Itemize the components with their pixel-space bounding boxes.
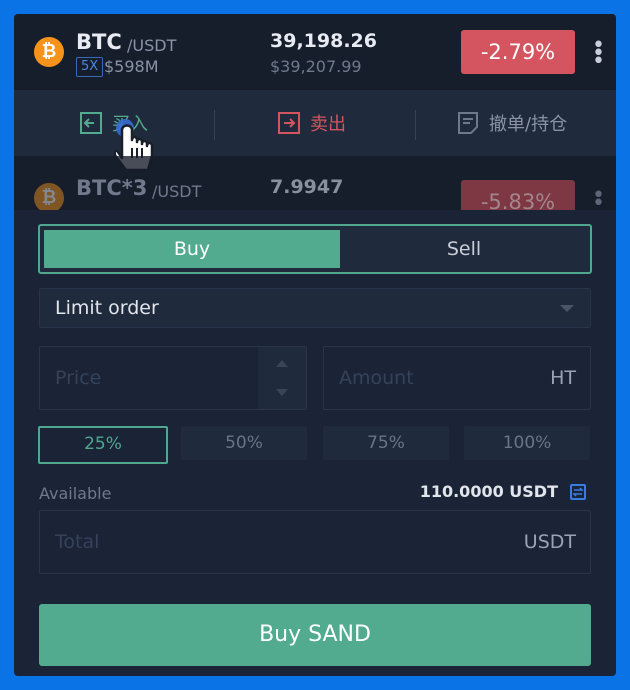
transfer-icon[interactable] bbox=[570, 484, 586, 500]
available-value: 110.0000 USDT bbox=[419, 482, 558, 501]
ticker-pair: /USDT bbox=[127, 36, 177, 55]
bitcoin-icon: ₿ bbox=[34, 37, 64, 67]
stepper-arrows-icon bbox=[276, 360, 288, 396]
ticker-pair: /USDT bbox=[152, 182, 202, 201]
price-placeholder: Price bbox=[55, 367, 102, 389]
available-label: Available bbox=[39, 484, 112, 503]
change-badge: -2.79% bbox=[461, 30, 575, 74]
sell-out-icon bbox=[278, 112, 300, 134]
change-badge: -5.83% bbox=[461, 180, 575, 210]
bitcoin-icon: ₿ bbox=[34, 183, 64, 210]
ticker-row-btc[interactable]: ₿ BTC /USDT 5X $598M 39,198.26 $39,207.9… bbox=[14, 14, 616, 90]
trade-panel: ₿ BTC /USDT 5X $598M 39,198.26 $39,207.9… bbox=[14, 14, 616, 676]
ticker-price: 7.9947 bbox=[270, 176, 344, 198]
percent-50-button[interactable]: 50% bbox=[181, 426, 307, 460]
order-type-value: Limit order bbox=[55, 297, 159, 319]
divider bbox=[214, 110, 215, 140]
chevron-down-icon bbox=[560, 305, 574, 312]
price-input[interactable]: Price bbox=[39, 346, 307, 410]
more-icon[interactable]: • • bbox=[592, 185, 605, 211]
sell-action-label: 卖出 bbox=[310, 114, 346, 135]
order-type-select[interactable]: Limit order bbox=[39, 288, 591, 328]
ticker-row-btc3[interactable]: ₿ BTC*3 /USDT 7.9947 -5.83% • • bbox=[14, 156, 616, 210]
action-bar: 买入 卖出 撤单/持仓 bbox=[14, 90, 616, 156]
ticker-symbol: BTC*3 bbox=[76, 176, 148, 200]
total-placeholder: Total bbox=[55, 531, 100, 553]
total-input[interactable]: Total USDT bbox=[39, 510, 591, 574]
buy-sell-toggle: Buy Sell bbox=[38, 224, 592, 274]
orders-action-label: 撤单/持仓 bbox=[489, 114, 568, 135]
divider bbox=[415, 110, 416, 140]
order-sheet: Buy Sell Limit order Price Amount HT 25%… bbox=[14, 210, 616, 676]
ticker-symbol: BTC bbox=[76, 30, 122, 54]
percent-100-button[interactable]: 100% bbox=[464, 426, 590, 460]
ticker-volume: $598M bbox=[104, 57, 159, 76]
ticker-fiat-price: $39,207.99 bbox=[270, 57, 362, 76]
buy-in-icon bbox=[80, 112, 102, 134]
buy-sand-button[interactable]: Buy SAND bbox=[39, 604, 591, 666]
amount-placeholder: Amount bbox=[339, 367, 414, 389]
percent-25-button[interactable]: 25% bbox=[38, 426, 168, 464]
sell-action-button[interactable]: 卖出 bbox=[278, 90, 346, 156]
tab-buy[interactable]: Buy bbox=[44, 230, 340, 268]
leverage-badge: 5X bbox=[76, 57, 104, 77]
more-icon[interactable]: • • • bbox=[592, 35, 605, 73]
ticker-price: 39,198.26 bbox=[270, 30, 377, 52]
document-icon bbox=[458, 112, 478, 134]
percent-75-button[interactable]: 75% bbox=[323, 426, 449, 460]
total-unit: USDT bbox=[523, 531, 576, 553]
orders-action-button[interactable]: 撤单/持仓 bbox=[457, 90, 567, 156]
amount-input[interactable]: Amount HT bbox=[323, 346, 591, 410]
amount-unit: HT bbox=[550, 367, 576, 389]
tab-sell[interactable]: Sell bbox=[342, 230, 586, 268]
price-stepper[interactable] bbox=[258, 347, 306, 409]
